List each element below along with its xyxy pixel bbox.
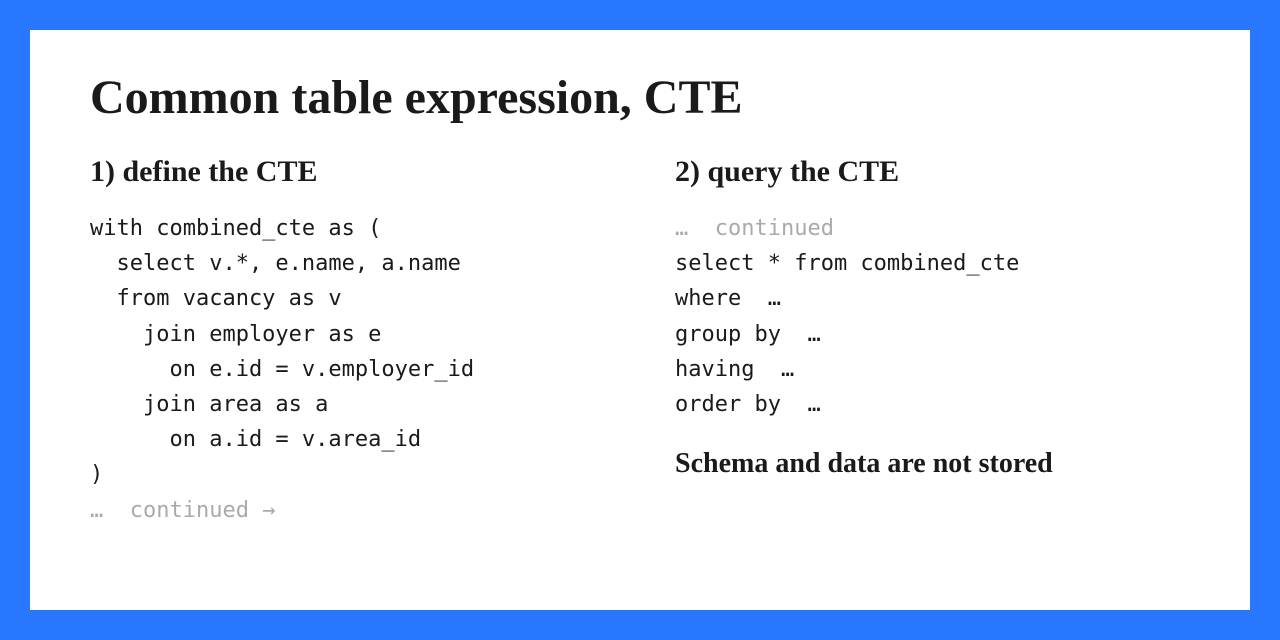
columns-container: 1) define the CTE with combined_cte as (… bbox=[90, 155, 1190, 528]
right-heading: 2) query the CTE bbox=[675, 155, 1190, 189]
left-column: 1) define the CTE with combined_cte as (… bbox=[90, 155, 605, 528]
slide-card: Common table expression, CTE 1) define t… bbox=[30, 30, 1250, 610]
right-code-block: … continued select * from combined_cte w… bbox=[675, 211, 1190, 422]
code-line: join area as a bbox=[90, 392, 328, 417]
ellipsis-icon: … bbox=[675, 216, 715, 241]
code-line: select v.*, e.name, a.name bbox=[90, 251, 461, 276]
continued-label: continued → bbox=[130, 498, 276, 523]
continued-label: continued bbox=[715, 216, 834, 241]
left-code-block: with combined_cte as ( select v.*, e.nam… bbox=[90, 211, 605, 528]
code-line: join employer as e bbox=[90, 322, 381, 347]
slide-title: Common table expression, CTE bbox=[90, 70, 1190, 125]
code-line: ) bbox=[90, 462, 103, 487]
left-heading: 1) define the CTE bbox=[90, 155, 605, 189]
code-line: on e.id = v.employer_id bbox=[90, 357, 474, 382]
ellipsis-icon: … bbox=[90, 498, 130, 523]
footnote: Schema and data are not stored bbox=[675, 448, 1190, 480]
code-line: group by … bbox=[675, 322, 821, 347]
code-line: having … bbox=[675, 357, 794, 382]
code-line: from vacancy as v bbox=[90, 286, 342, 311]
right-column: 2) query the CTE … continued select * fr… bbox=[675, 155, 1190, 528]
code-line: select * from combined_cte bbox=[675, 251, 1019, 276]
code-line: where … bbox=[675, 286, 781, 311]
code-line: order by … bbox=[675, 392, 821, 417]
code-line: on a.id = v.area_id bbox=[90, 427, 421, 452]
code-line: with combined_cte as ( bbox=[90, 216, 381, 241]
